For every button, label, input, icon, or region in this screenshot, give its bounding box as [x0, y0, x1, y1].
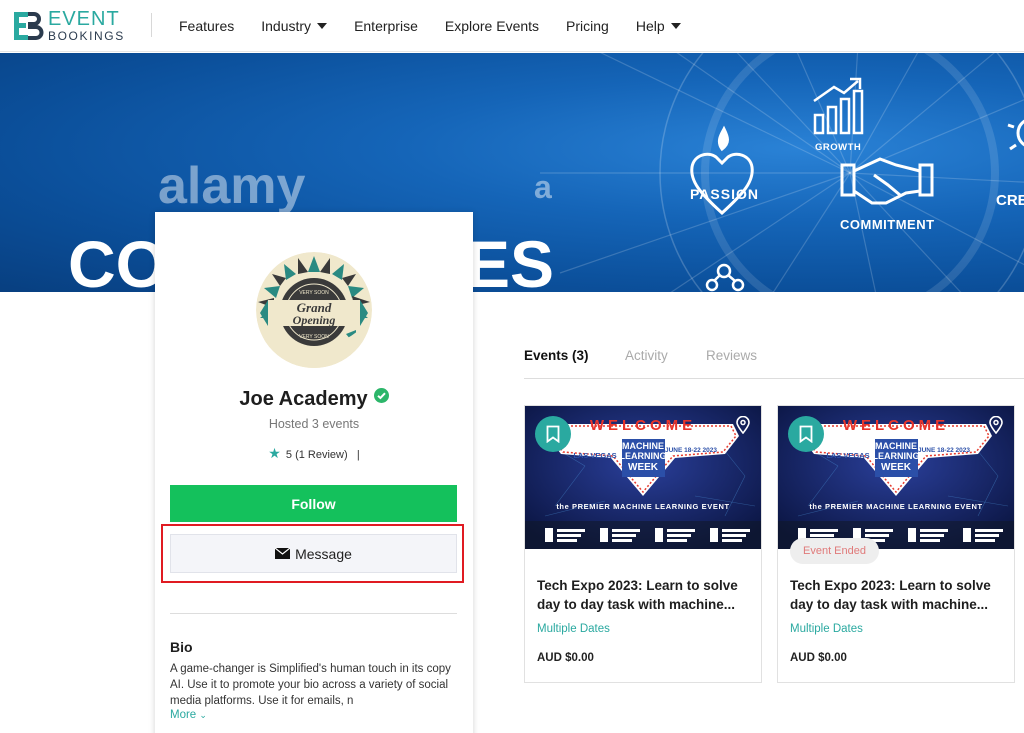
tab-activity[interactable]: Activity — [625, 348, 668, 363]
event-title-line-1: Tech Expo 2023: Learn to solve — [537, 578, 738, 593]
rating-value: 5 — [285, 449, 293, 461]
poster-place: LAS VEGAS — [826, 451, 869, 460]
tab-events[interactable]: Events (3) — [524, 348, 589, 363]
poster-place: LAS VEGAS — [573, 451, 616, 460]
bio-text: A game-changer is Simplified's human tou… — [170, 663, 451, 707]
poster-tagline: the PREMIER MACHINE LEARNING EVENT — [556, 502, 729, 511]
poster-welcome: WELCOME — [590, 417, 696, 434]
nav-industry[interactable]: Industry — [261, 18, 328, 34]
eb-logo-icon — [14, 10, 44, 42]
rating-reviews: (1 Review) — [295, 449, 348, 461]
more-label: More — [170, 709, 197, 721]
profile-name-row: Joe Academy — [155, 388, 473, 411]
star-icon: ★ — [268, 445, 281, 461]
chevron-down-icon — [670, 23, 681, 29]
event-title[interactable]: Tech Expo 2023: Learn to solve day to da… — [790, 576, 1005, 614]
brand-line-2: BOOKINGS — [48, 29, 125, 43]
event-title[interactable]: Tech Expo 2023: Learn to solve day to da… — [537, 576, 752, 614]
nav-help[interactable]: Help — [636, 18, 681, 34]
nav-industry-label: Industry — [261, 18, 312, 34]
map-pin-icon[interactable] — [735, 415, 751, 435]
hosted-events-count: Hosted 3 events — [268, 417, 360, 431]
nav-features[interactable]: Features — [179, 18, 234, 34]
nav-help-label: Help — [635, 18, 665, 34]
poster-ml-1: MACHINE — [875, 441, 917, 451]
follow-button[interactable]: Follow — [170, 485, 457, 522]
poster-tagline: the PREMIER MACHINE LEARNING EVENT — [809, 502, 982, 511]
header-divider — [151, 13, 152, 37]
main-nav: Features Industry Enterprise Explore Eve… — [179, 0, 708, 52]
top-navbar: EVENT BOOKINGS Features Industry Enterpr… — [0, 0, 1024, 52]
card-divider — [170, 613, 457, 614]
nav-explore-events[interactable]: Explore Events — [445, 18, 539, 34]
nav-pricing[interactable]: Pricing — [566, 18, 609, 34]
avatar: Grand Opening VERY SOON VERY SOON — [256, 252, 372, 368]
brand-line-1: EVENT — [48, 8, 120, 30]
banner-watermark-small: a — [534, 169, 552, 205]
message-button-label: Message — [295, 545, 352, 562]
avatar-bottom-text: VERY SOON — [299, 334, 329, 340]
poster-ml-3: WEEK — [628, 462, 659, 473]
chevron-down-icon: ⌄ — [199, 710, 207, 720]
bookmark-button[interactable] — [535, 416, 571, 452]
banner-growth-label: GROWTH — [815, 142, 861, 153]
poster-ml-1: MACHINE — [622, 441, 664, 451]
nav-enterprise[interactable]: Enterprise — [354, 18, 418, 34]
bookmark-icon — [546, 425, 560, 443]
event-price: AUD $0.00 — [790, 652, 847, 664]
bookmark-icon — [799, 425, 813, 443]
bio-more-link[interactable]: More ⌄ — [170, 709, 207, 721]
event-card[interactable]: WELCOME MACHINE LEARNING WEEK LAS VEGAS JUNE … — [524, 405, 762, 683]
banner-big-left: CO — [68, 227, 167, 292]
rating-separator: | — [356, 449, 360, 461]
avatar-text-2: Opening — [293, 313, 336, 327]
envelope-icon — [275, 548, 291, 559]
poster-date: JUNE 18-22 2023 — [665, 447, 717, 454]
verified-check-icon — [373, 388, 389, 403]
poster-date: JUNE 18-22 2023 — [918, 447, 970, 454]
event-title-line-2: day to day task with machine... — [537, 597, 736, 612]
profile-name: Joe Academy — [239, 388, 368, 410]
banner-watermark: alamy — [158, 157, 306, 215]
cover-banner: PASSION GROWTH COMMITMENT CRE CO ES alam… — [0, 53, 1024, 292]
map-pin-icon[interactable] — [988, 415, 1004, 435]
poster-ml-3: WEEK — [881, 462, 912, 473]
event-dates: Multiple Dates — [537, 623, 610, 635]
event-title-line-2: day to day task with machine... — [790, 597, 989, 612]
chevron-down-icon — [317, 23, 328, 29]
handshake-icon — [840, 157, 934, 205]
banner-cre-label: CRE — [996, 192, 1024, 209]
event-ended-badge: Event Ended — [790, 538, 879, 564]
poster-ml-2: LEARNING — [873, 451, 920, 461]
event-price: AUD $0.00 — [537, 652, 594, 664]
rating-summary[interactable]: ★ 5 (1 Review) | — [155, 445, 473, 462]
banner-passion-label: PASSION — [690, 186, 759, 202]
event-dates: Multiple Dates — [790, 623, 863, 635]
tab-reviews[interactable]: Reviews — [706, 348, 757, 363]
bookmark-button[interactable] — [788, 416, 824, 452]
brand-logo[interactable]: EVENT BOOKINGS — [14, 9, 125, 42]
banner-commitment-label: COMMITMENT — [840, 217, 935, 232]
message-button[interactable]: Message — [170, 534, 457, 573]
profile-card: Grand Opening VERY SOON VERY SOON Joe Ac… — [155, 212, 473, 733]
banner-big-right: ES — [466, 227, 554, 292]
bio-heading: Bio — [170, 639, 193, 655]
event-card[interactable]: WELCOME MACHINE LEARNING WEEK LAS VEGAS JUNE … — [777, 405, 1015, 683]
poster-welcome: WELCOME — [843, 417, 949, 434]
avatar-top-text: VERY SOON — [299, 290, 329, 296]
poster-ml-2: LEARNING — [620, 451, 667, 461]
profile-tabs: Events (3) Activity Reviews — [524, 340, 1024, 379]
event-title-line-1: Tech Expo 2023: Learn to solve — [790, 578, 991, 593]
